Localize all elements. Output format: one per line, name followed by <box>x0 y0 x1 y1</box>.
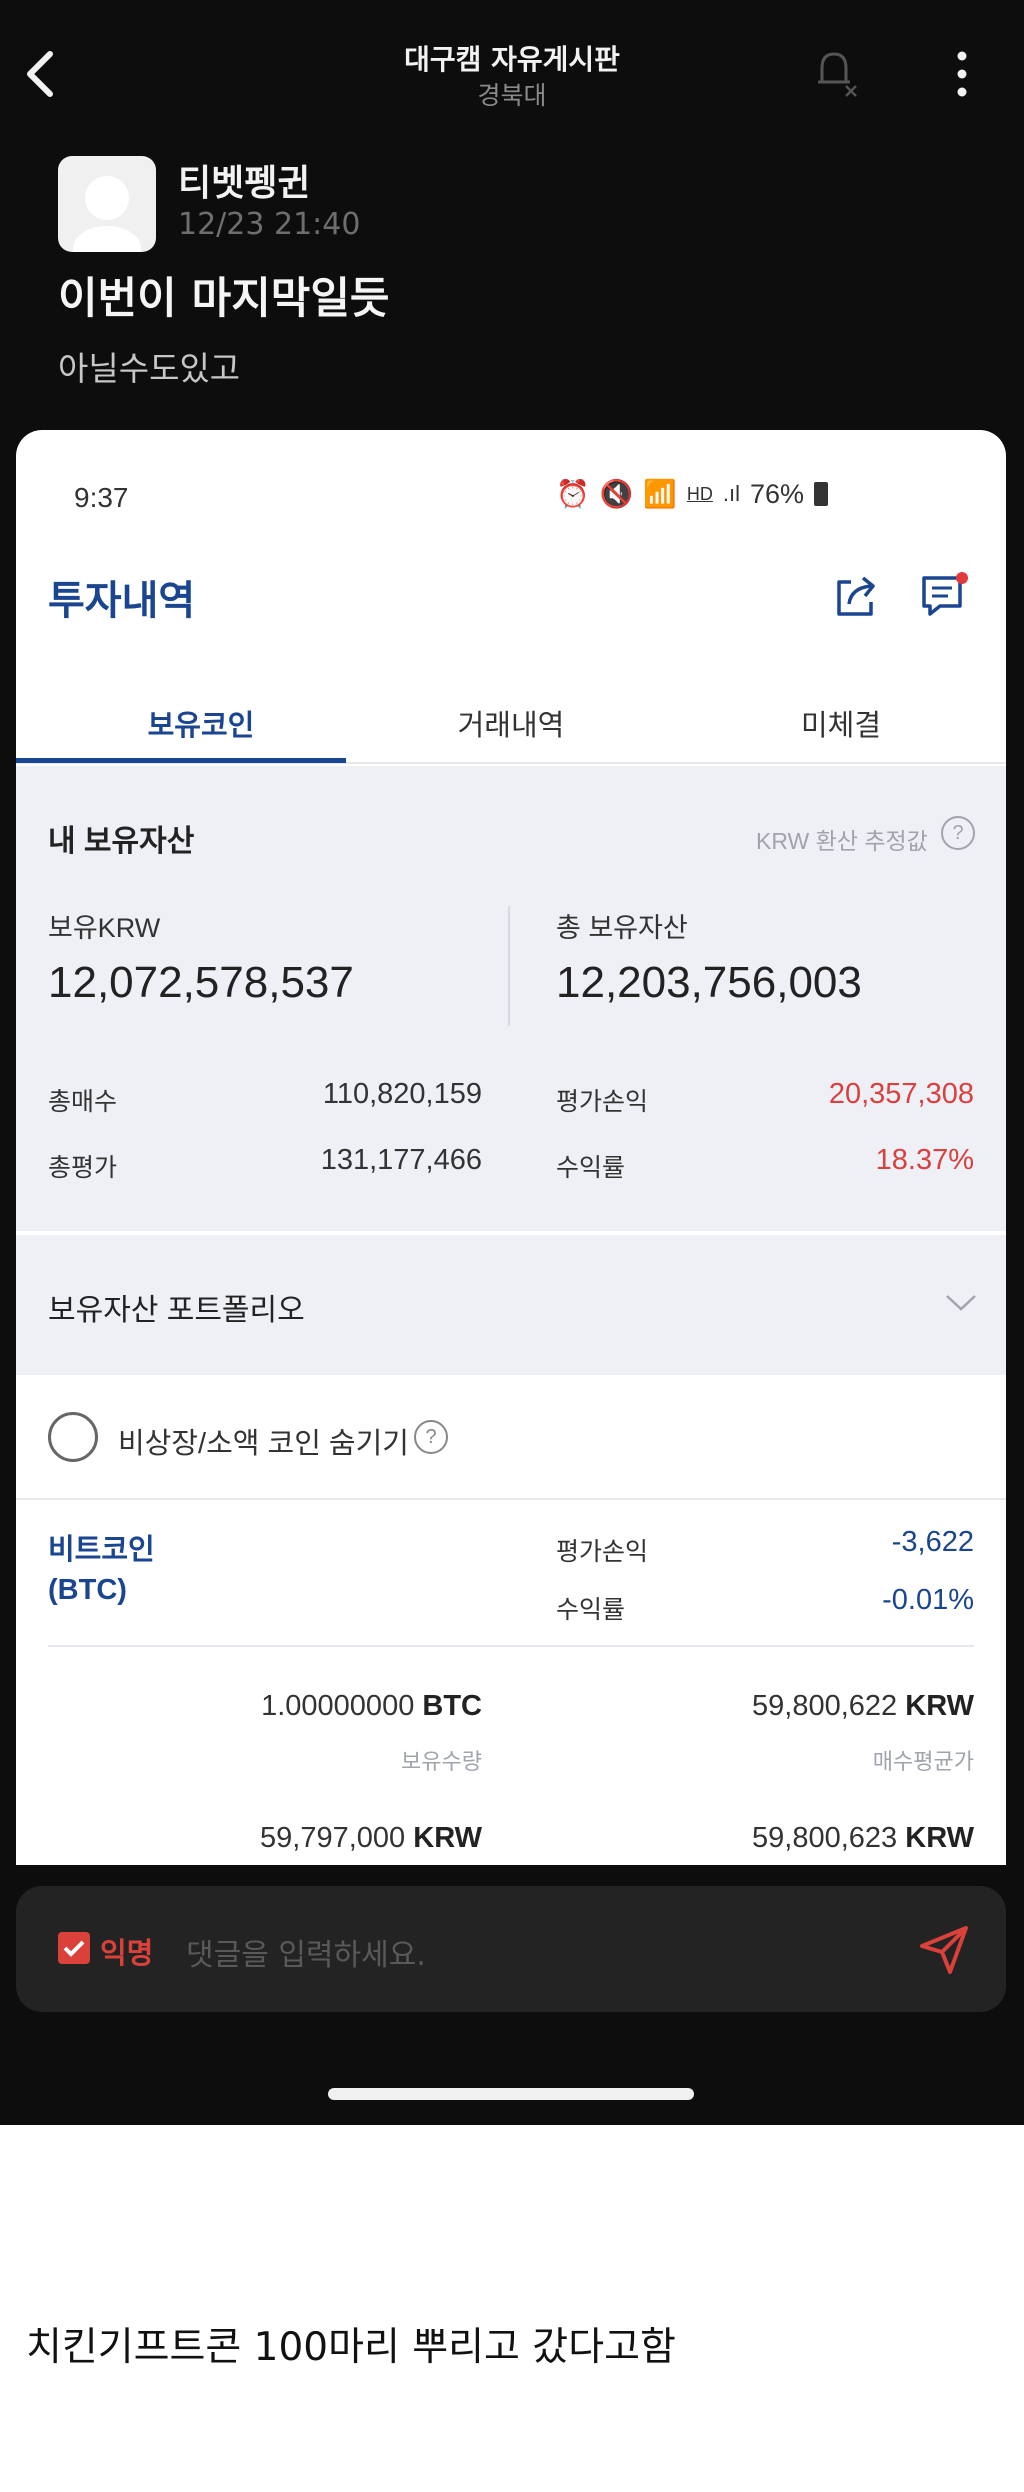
coin-pnl-label: 평가손익 <box>556 1538 649 1566</box>
more-icon[interactable] <box>944 46 980 102</box>
coin-pnl-value: -3,622 <box>891 1526 974 1558</box>
coin-buy-unit: KRW <box>413 1822 482 1854</box>
signal-icon: .ıl <box>722 481 740 506</box>
board-title: 대구캠 자유게시판 <box>404 43 620 76</box>
battery-level: 76% <box>750 478 805 509</box>
coin-buy-amount: 59,797,000 KRW <box>166 1822 482 1855</box>
caption-text: 치킨기프트콘 100마리 뿌리고 갔다고함 <box>26 2325 676 2370</box>
active-tab-indicator <box>16 758 346 763</box>
coin-ticker: (BTC) <box>48 1574 127 1606</box>
total-eval-value: 131,177,466 <box>320 1144 482 1176</box>
coin-eval-unit: KRW <box>905 1822 974 1854</box>
post-body: 아닐수도있고 <box>58 349 241 388</box>
tab-bar: 보유코인 거래내역 미체결 <box>16 680 1006 764</box>
wifi-icon: 📶 <box>643 479 677 509</box>
divider <box>48 1645 974 1647</box>
help-icon[interactable]: ? <box>941 816 975 850</box>
home-indicator <box>328 2088 694 2100</box>
total-buy-value: 110,820,159 <box>322 1078 482 1110</box>
hide-small-coins-label[interactable]: 비상장/소액 코인 숨기기 <box>118 1420 409 1462</box>
coin-quantity-label: 보유수량 <box>401 1749 482 1774</box>
coin-return-label: 수익률 <box>556 1596 626 1624</box>
coin-eval-value: 59,800,623 <box>752 1822 898 1854</box>
bell-off-icon[interactable] <box>806 44 862 100</box>
page-title: 투자내역 <box>48 579 196 623</box>
total-assets-value: 12,203,756,003 <box>556 958 862 1007</box>
tab-holdings[interactable]: 보유코인 <box>36 702 366 744</box>
total-assets-label: 총 보유자산 <box>556 913 688 943</box>
holdings-krw-value: 12,072,578,537 <box>48 958 354 1007</box>
share-icon[interactable] <box>831 570 881 620</box>
coin-quantity-unit: BTC <box>422 1690 482 1722</box>
coin-avg-price: 59,800,622 KRW <box>616 1690 974 1723</box>
status-icons: ⏰ 🔇 📶 HD .ıl 76% <box>556 478 829 510</box>
top-bar: 대구캠 자유게시판 경북대 <box>0 0 1024 140</box>
tab-pending[interactable]: 미체결 <box>676 702 1006 744</box>
portfolio-label: 보유자산 포트폴리오 <box>48 1294 305 1327</box>
coin-avg-label: 매수평균가 <box>872 1749 974 1774</box>
coin-name-text: 비트코인 <box>48 1534 155 1566</box>
hd-voice-label: HD <box>686 483 713 504</box>
coin-name[interactable]: 비트코인 (BTC) <box>48 1530 155 1610</box>
send-icon[interactable] <box>916 1922 972 1978</box>
anonymous-checkbox[interactable] <box>58 1932 90 1964</box>
portfolio-toggle[interactable]: 보유자산 포트폴리오 <box>16 1235 1006 1375</box>
avatar <box>58 156 156 252</box>
total-eval-label: 총평가 <box>48 1154 118 1182</box>
anonymous-label[interactable]: 익명 <box>100 1930 153 1972</box>
coin-buy-value: 59,797,000 <box>260 1822 406 1854</box>
krw-note: KRW 환산 추정값 <box>756 828 928 854</box>
return-label: 수익률 <box>556 1154 626 1182</box>
comment-bar: 익명 댓글을 입력하세요. <box>16 1886 1006 2012</box>
summary-title: 내 보유자산 <box>48 825 195 858</box>
alarm-icon: ⏰ <box>556 479 590 509</box>
app-screen: 대구캠 자유게시판 경북대 티벳펭귄 12/23 21:40 이번이 마지막일듯… <box>0 0 1024 2125</box>
tab-history[interactable]: 거래내역 <box>346 702 676 744</box>
help-icon[interactable]: ? <box>414 1420 448 1454</box>
author-name: 티벳펭귄 <box>178 163 311 204</box>
comment-input[interactable]: 댓글을 입력하세요. <box>186 1930 426 1974</box>
chevron-down-icon <box>946 1295 976 1311</box>
battery-icon <box>814 482 829 506</box>
divider <box>508 906 510 1026</box>
mute-icon: 🔇 <box>599 479 634 509</box>
coin-avg-unit: KRW <box>905 1690 974 1722</box>
asset-summary: 내 보유자산 KRW 환산 추정값 ? 보유KRW 12,072,578,537… <box>16 766 1006 1231</box>
pnl-value: 20,357,308 <box>828 1078 974 1110</box>
hide-small-coins-row: 비상장/소액 코인 숨기기 ? <box>16 1380 1006 1500</box>
post-time: 12/23 21:40 <box>178 207 361 242</box>
post-title: 이번이 마지막일듯 <box>58 274 390 324</box>
return-value: 18.37% <box>875 1144 974 1176</box>
coin-quantity: 1.00000000 BTC <box>166 1690 482 1723</box>
attached-screenshot[interactable]: 9:37 ⏰ 🔇 📶 HD .ıl 76% 투자내역 보유코인 거래내역 미체결 <box>16 430 1006 1865</box>
coin-quantity-value: 1.00000000 <box>261 1690 415 1722</box>
coin-eval-amount: 59,800,623 KRW <box>616 1822 974 1855</box>
board-subtitle: 경북대 <box>477 81 547 110</box>
hide-small-coins-radio[interactable] <box>48 1412 98 1462</box>
coin-avg-value: 59,800,622 <box>752 1690 898 1722</box>
holdings-krw-label: 보유KRW <box>48 913 161 943</box>
status-time: 9:37 <box>74 482 129 513</box>
coin-return-value: -0.01% <box>882 1584 974 1616</box>
total-buy-label: 총매수 <box>48 1088 118 1116</box>
pnl-label: 평가손익 <box>556 1088 649 1116</box>
chat-icon[interactable] <box>918 570 968 620</box>
